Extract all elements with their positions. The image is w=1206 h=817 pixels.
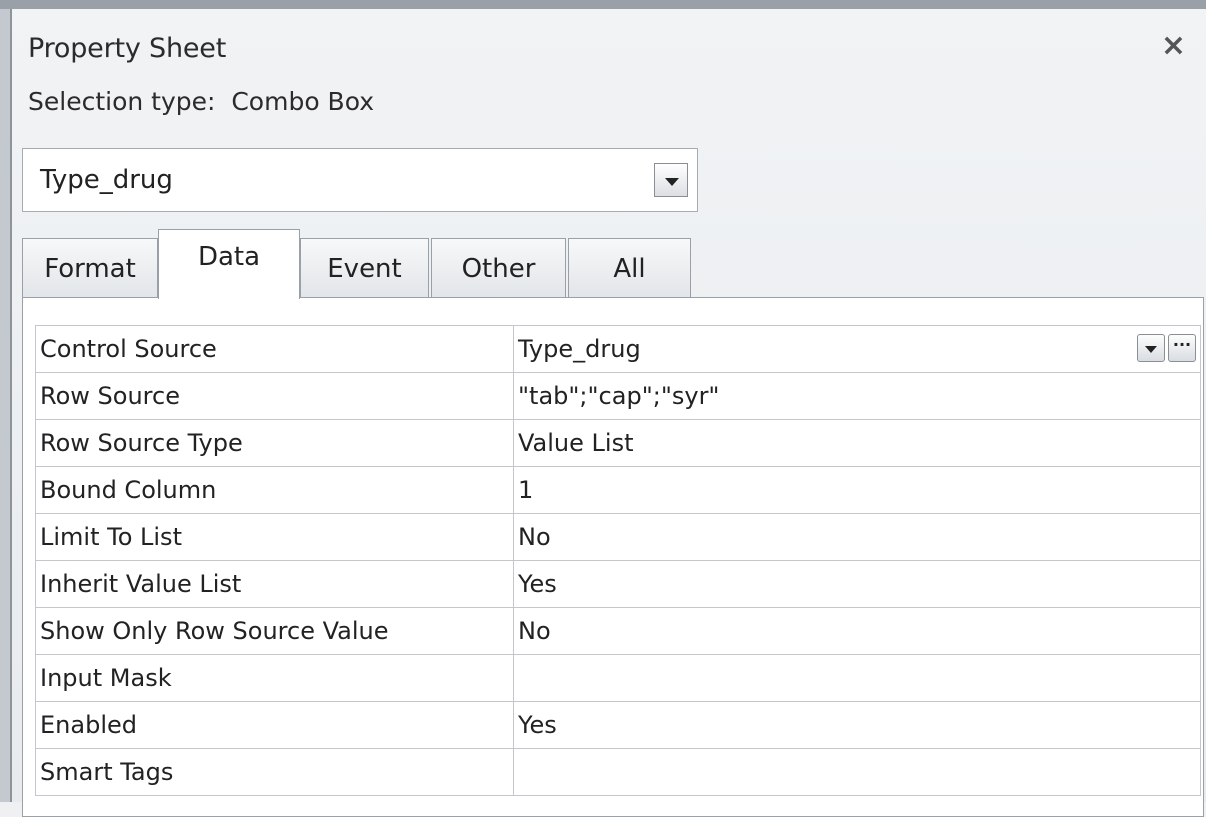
property-sheet-pane: Property Sheet × Selection type: Combo B…: [12, 9, 1206, 817]
property-value[interactable]: Yes: [513, 560, 1201, 608]
property-name: Limit To List: [35, 513, 514, 561]
property-value[interactable]: 1: [513, 466, 1201, 514]
property-value[interactable]: No: [513, 513, 1201, 561]
property-grid: Control Source Type_drug ··· Row Source …: [35, 325, 1201, 796]
property-value[interactable]: Value List: [513, 419, 1201, 467]
property-name: Control Source: [35, 325, 514, 373]
property-row[interactable]: Control Source Type_drug ···: [35, 325, 1201, 373]
tab-all[interactable]: All: [568, 238, 691, 298]
property-name: Bound Column: [35, 466, 514, 514]
property-grid-panel: Control Source Type_drug ··· Row Source …: [22, 297, 1204, 817]
property-row[interactable]: Enabled Yes: [35, 701, 1201, 749]
property-name: Inherit Value List: [35, 560, 514, 608]
window-top-border: [0, 0, 1206, 9]
property-row[interactable]: Input Mask: [35, 654, 1201, 702]
property-name: Enabled: [35, 701, 514, 749]
property-value[interactable]: "tab";"cap";"syr": [513, 372, 1201, 420]
property-value[interactable]: No: [513, 607, 1201, 655]
close-icon[interactable]: ×: [1161, 31, 1186, 61]
property-row[interactable]: Row Source "tab";"cap";"syr": [35, 372, 1201, 420]
chevron-down-icon[interactable]: [1137, 334, 1165, 362]
selection-type-value: Combo Box: [231, 87, 375, 116]
property-row[interactable]: Smart Tags: [35, 748, 1201, 796]
property-name: Input Mask: [35, 654, 514, 702]
panel-title: Property Sheet: [28, 33, 227, 64]
property-value-cell[interactable]: Type_drug ···: [513, 325, 1201, 373]
property-name: Row Source: [35, 372, 514, 420]
property-name: Row Source Type: [35, 419, 514, 467]
tab-other[interactable]: Other: [431, 238, 566, 298]
window-left-border: [0, 9, 12, 802]
property-value[interactable]: [513, 654, 1201, 702]
property-row[interactable]: Limit To List No: [35, 513, 1201, 561]
tab-event[interactable]: Event: [300, 238, 429, 298]
property-row[interactable]: Bound Column 1: [35, 466, 1201, 514]
property-value[interactable]: [513, 748, 1201, 796]
property-value[interactable]: Yes: [513, 701, 1201, 749]
object-selector-combo[interactable]: Type_drug: [22, 148, 698, 212]
property-name: Smart Tags: [35, 748, 514, 796]
selection-type: Selection type: Combo Box: [28, 87, 374, 116]
build-button[interactable]: ···: [1168, 334, 1196, 362]
object-selector-value: Type_drug: [40, 165, 173, 195]
property-name: Show Only Row Source Value: [35, 607, 514, 655]
tab-format[interactable]: Format: [22, 238, 158, 298]
property-row[interactable]: Row Source Type Value List: [35, 419, 1201, 467]
property-value: Type_drug: [518, 335, 641, 363]
selection-type-label: Selection type:: [28, 87, 216, 116]
chevron-down-icon[interactable]: [654, 163, 688, 197]
property-row[interactable]: Show Only Row Source Value No: [35, 607, 1201, 655]
tab-data[interactable]: Data: [158, 229, 300, 299]
property-row[interactable]: Inherit Value List Yes: [35, 560, 1201, 608]
